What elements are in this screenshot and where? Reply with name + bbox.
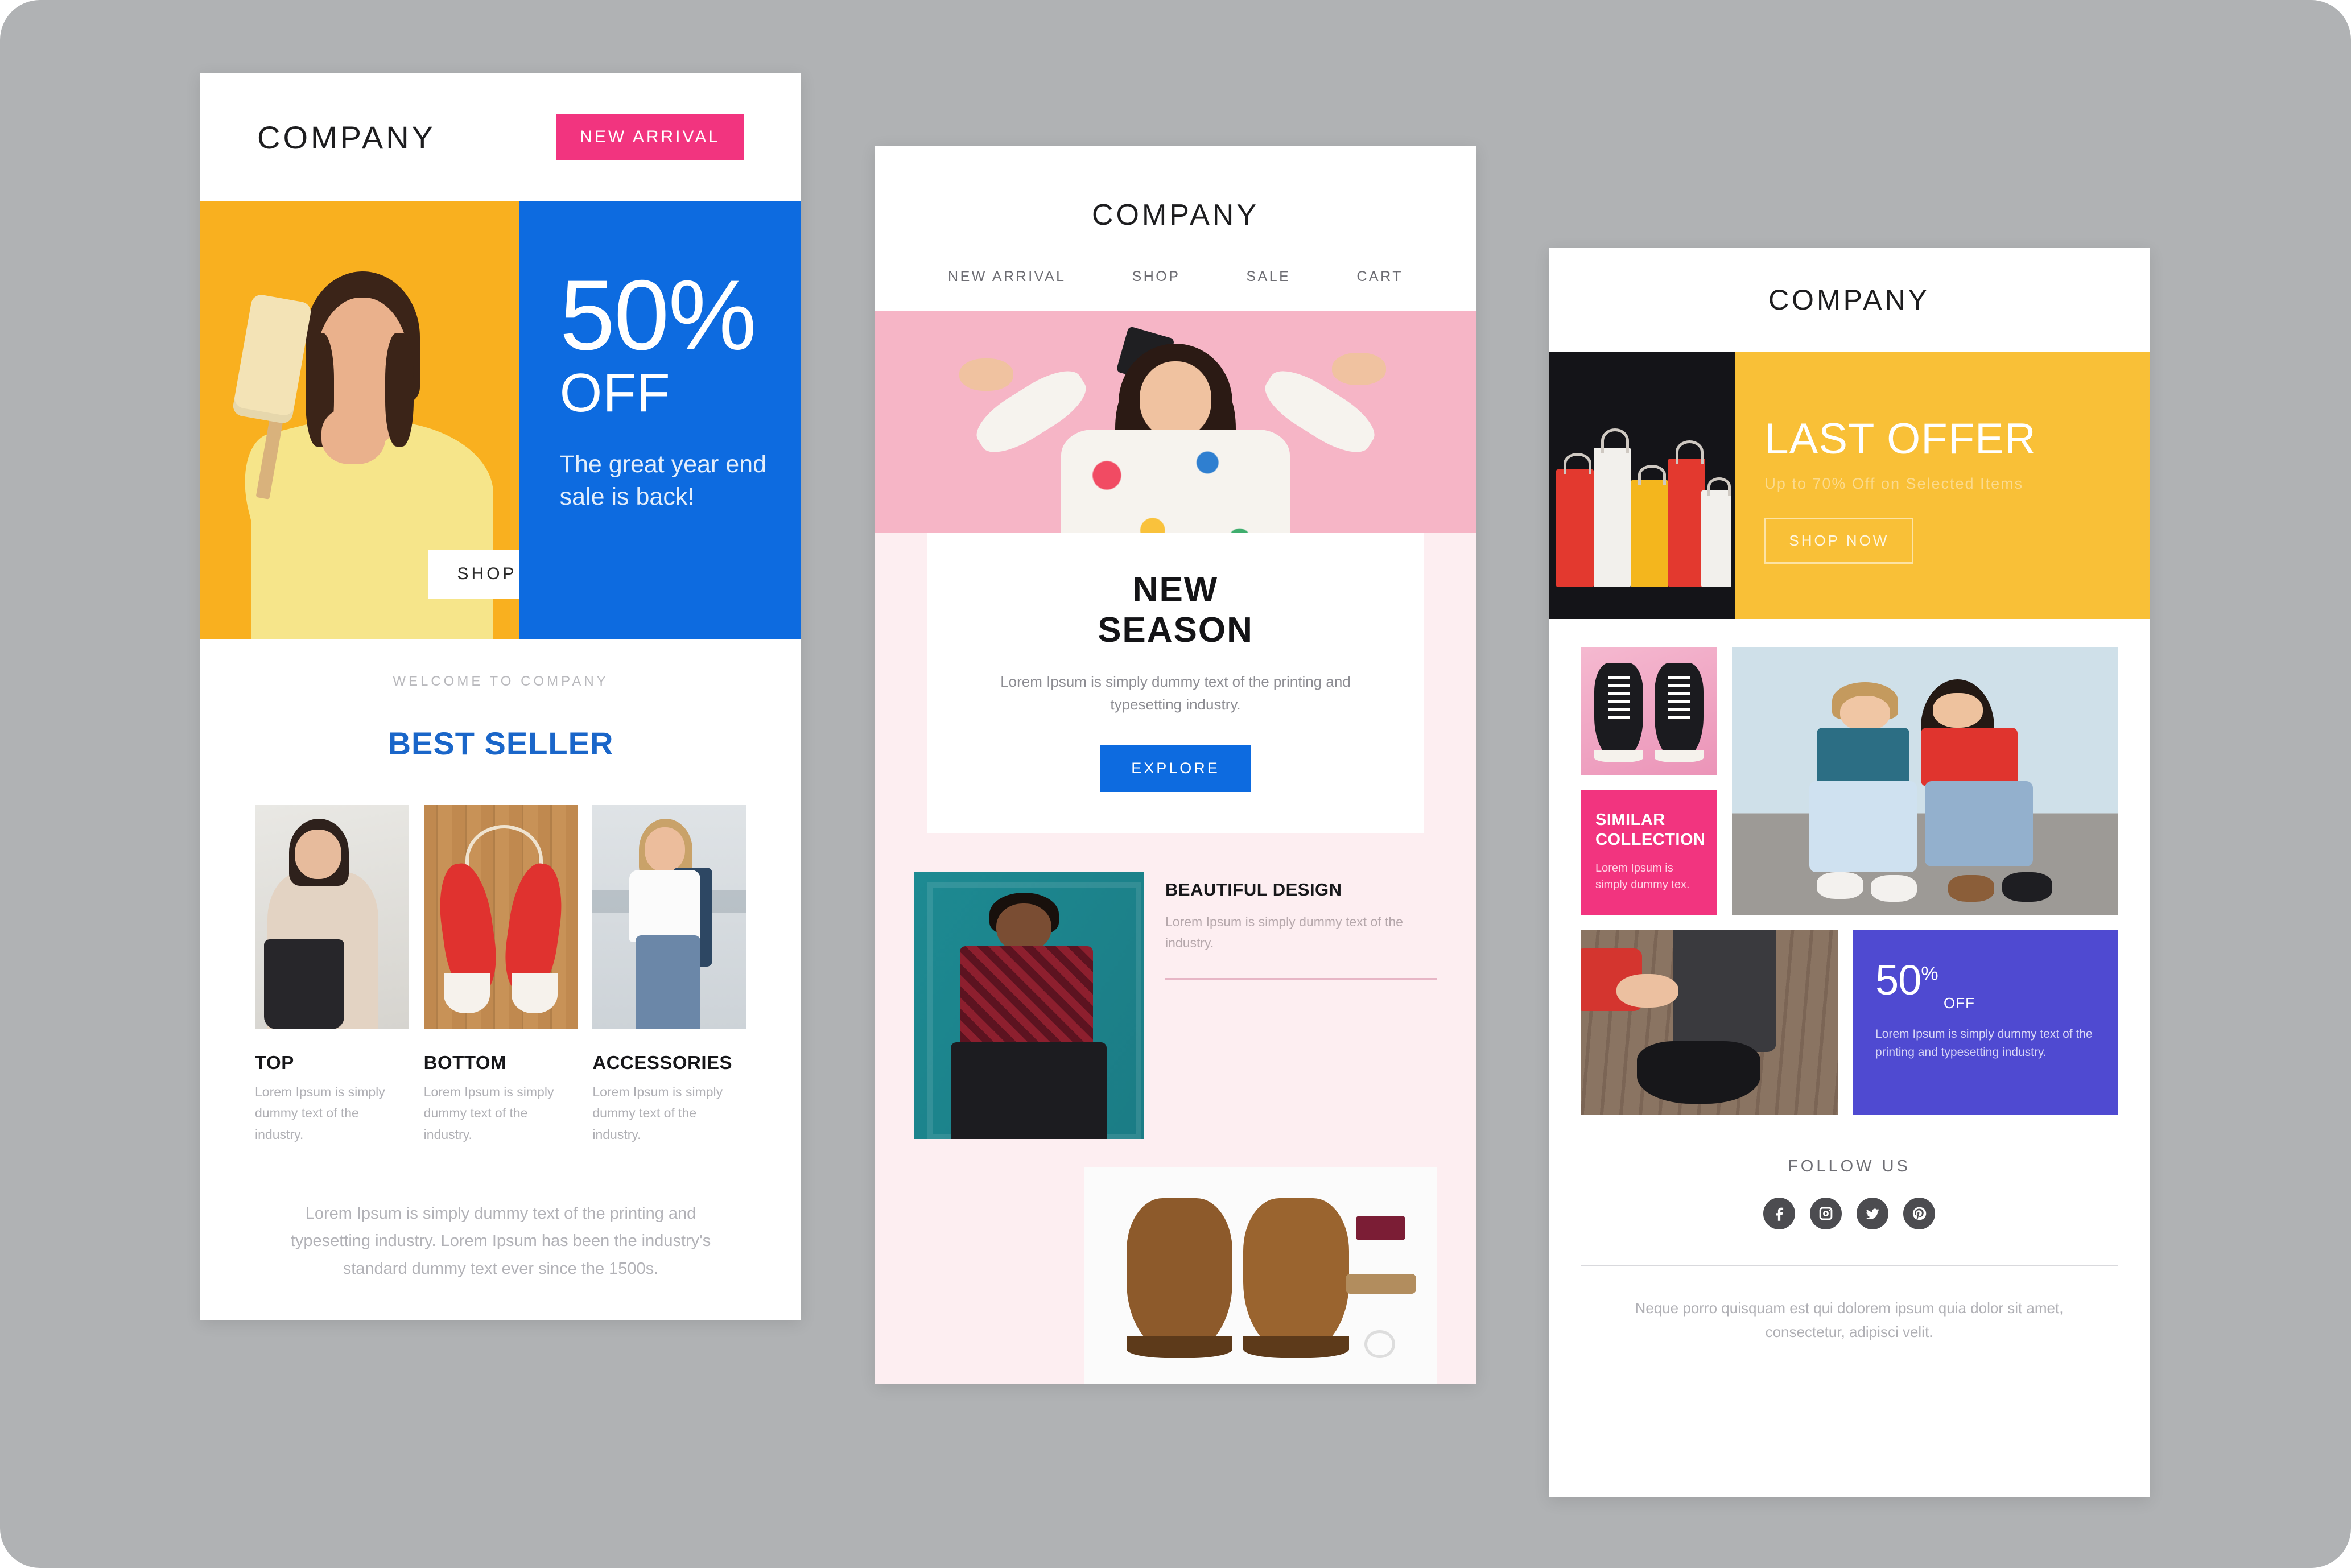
nav-item-new-arrival[interactable]: NEW ARRIVAL [948, 269, 1066, 285]
tile-image-black-sneakers[interactable] [1581, 647, 1717, 775]
product-title: ACCESSORIES [592, 1052, 733, 1073]
product-title: BOTTOM [423, 1052, 507, 1073]
purple-tile-off-label: OFF [1944, 995, 1975, 1012]
last-offer-subtitle: Up to 70% Off on Selected Items [1764, 475, 2024, 492]
purple-tile-percent-symbol: % [1921, 963, 1938, 985]
card1-website-url[interactable]: www.fashion.com [200, 1283, 801, 1320]
pink-tile-desc: Lorem Ipsum is simply dummy tex. [1595, 861, 1690, 891]
nav-item-cart[interactable]: CART [1356, 269, 1403, 285]
card1-hero-text: 50% OFF The great year end sale is back! [518, 201, 801, 639]
product-desc: Lorem Ipsum is simply dummy text of the … [423, 1084, 554, 1142]
feature-beautiful-design: BEAUTIFUL DESIGN Lorem Ipsum is simply d… [875, 833, 1476, 1139]
panel-title-line2: SEASON [1098, 610, 1253, 650]
product-cell[interactable]: TOP Lorem Ipsum is simply dummy text of … [255, 805, 409, 1145]
card3-shop-now-button[interactable]: SHOP NOW [1764, 518, 1914, 564]
similar-collection-tile[interactable]: SIMILAR COLLECTION Lorem Ipsum is simply… [1581, 790, 1717, 915]
purple-tile-percent: 50 [1875, 956, 1921, 1004]
discount-tile-purple[interactable]: 50% OFF Lorem Ipsum is simply dummy text… [1853, 930, 2118, 1115]
product-cell[interactable]: BOTTOM Lorem Ipsum is simply dummy text … [423, 805, 578, 1145]
card3-tile-grid: SIMILAR COLLECTION Lorem Ipsum is simply… [1549, 619, 2150, 1115]
panel-description: Lorem Ipsum is simply dummy text of the … [1000, 672, 1351, 713]
page-canvas: COMPANY NEW ARRIVAL SHOP NOW [0, 0, 2351, 1568]
feature-title: BEAUTIFUL DESIGN [1165, 879, 1342, 899]
card2-body: NEW SEASON Lorem Ipsum is simply dummy t… [875, 533, 1476, 1384]
email-template-card-1: COMPANY NEW ARRIVAL SHOP NOW [200, 73, 801, 1320]
feature-desc: Lorem Ipsum is simply dummy text of the … [1165, 914, 1403, 951]
nav-item-sale[interactable]: SALE [1246, 269, 1290, 285]
feature-image-man-teal-wall[interactable] [914, 871, 1144, 1139]
hero-photo-shopping-bags [1549, 352, 1735, 619]
product-image-bottom[interactable] [423, 805, 578, 1029]
card2-header: COMPANY NEW ARRIVAL SHOP SALE CART [875, 146, 1476, 311]
feature-image-wrap [875, 1139, 1476, 1384]
email-template-card-2: COMPANY NEW ARRIVAL SHOP SALE CART NEW S… [875, 146, 1476, 1384]
product-image-accessories[interactable] [592, 805, 747, 1029]
product-desc: Lorem Ipsum is simply dummy text of the … [592, 1084, 723, 1142]
nav-item-shop[interactable]: SHOP [1132, 269, 1181, 285]
new-arrival-badge[interactable]: NEW ARRIVAL [556, 114, 744, 160]
card1-footnote: Lorem Ipsum is simply dummy text of the … [290, 1204, 711, 1278]
card1-product-grid: TOP Lorem Ipsum is simply dummy text of … [200, 762, 801, 1145]
new-season-panel: NEW SEASON Lorem Ipsum is simply dummy t… [927, 533, 1424, 833]
discount-off-label: OFF [559, 362, 671, 423]
card1-shop-now-button[interactable]: SHOP NOW [427, 550, 519, 599]
card3-hero: LAST OFFER Up to 70% Off on Selected Ite… [1549, 352, 2150, 619]
twitter-icon[interactable] [1857, 1198, 1888, 1229]
product-title: TOP [255, 1052, 294, 1073]
card2-nav: NEW ARRIVAL SHOP SALE CART [875, 269, 1476, 311]
facebook-icon[interactable] [1763, 1198, 1795, 1229]
card1-section-title: BEST SELLER [387, 725, 614, 761]
tile-image-two-women[interactable] [1732, 647, 2118, 915]
feature-image-brown-shoes[interactable] [1084, 1167, 1437, 1384]
product-image-top[interactable] [255, 805, 409, 1029]
instagram-icon[interactable] [1810, 1198, 1842, 1229]
card1-header: COMPANY NEW ARRIVAL [200, 73, 801, 201]
pinterest-icon[interactable] [1903, 1198, 1935, 1229]
feature-divider [1165, 978, 1437, 980]
card3-hero-text: LAST OFFER Up to 70% Off on Selected Ite… [1735, 352, 2150, 619]
social-links [1549, 1198, 2150, 1229]
explore-button[interactable]: EXPLORE [1100, 744, 1251, 792]
card1-welcome-text: WELCOME TO COMPANY [393, 674, 609, 689]
card3-footer-text: Neque porro quisquam est qui dolorem ips… [1635, 1299, 2064, 1341]
follow-us-label: FOLLOW US [1788, 1157, 1911, 1175]
card2-brand: COMPANY [1091, 199, 1260, 232]
hero-subtitle: The great year end sale is back! [559, 450, 767, 510]
product-desc: Lorem Ipsum is simply dummy text of the … [255, 1084, 385, 1142]
last-offer-title: LAST OFFER [1764, 415, 2036, 463]
pink-tile-title-line1: SIMILAR [1595, 811, 1665, 829]
discount-percent: 50% [559, 260, 757, 371]
card1-brand: COMPANY [257, 119, 436, 155]
email-template-card-3: COMPANY LAST OFFER Up to 70% Off on Sele… [1549, 248, 2150, 1497]
card3-brand: COMPANY [1768, 284, 1931, 316]
hero-photo-ice-cream: SHOP NOW [200, 201, 519, 639]
tile-image-lacing-sneaker[interactable] [1581, 930, 1838, 1115]
product-cell[interactable]: ACCESSORIES Lorem Ipsum is simply dummy … [592, 805, 747, 1145]
card1-hero: SHOP NOW 50% OFF The great year end sale… [200, 201, 801, 639]
panel-title-line1: NEW [1132, 570, 1219, 609]
purple-tile-desc: Lorem Ipsum is simply dummy text of the … [1875, 1028, 2093, 1059]
pink-tile-title-line2: COLLECTION [1595, 830, 1706, 849]
card3-header: COMPANY [1549, 248, 2150, 352]
